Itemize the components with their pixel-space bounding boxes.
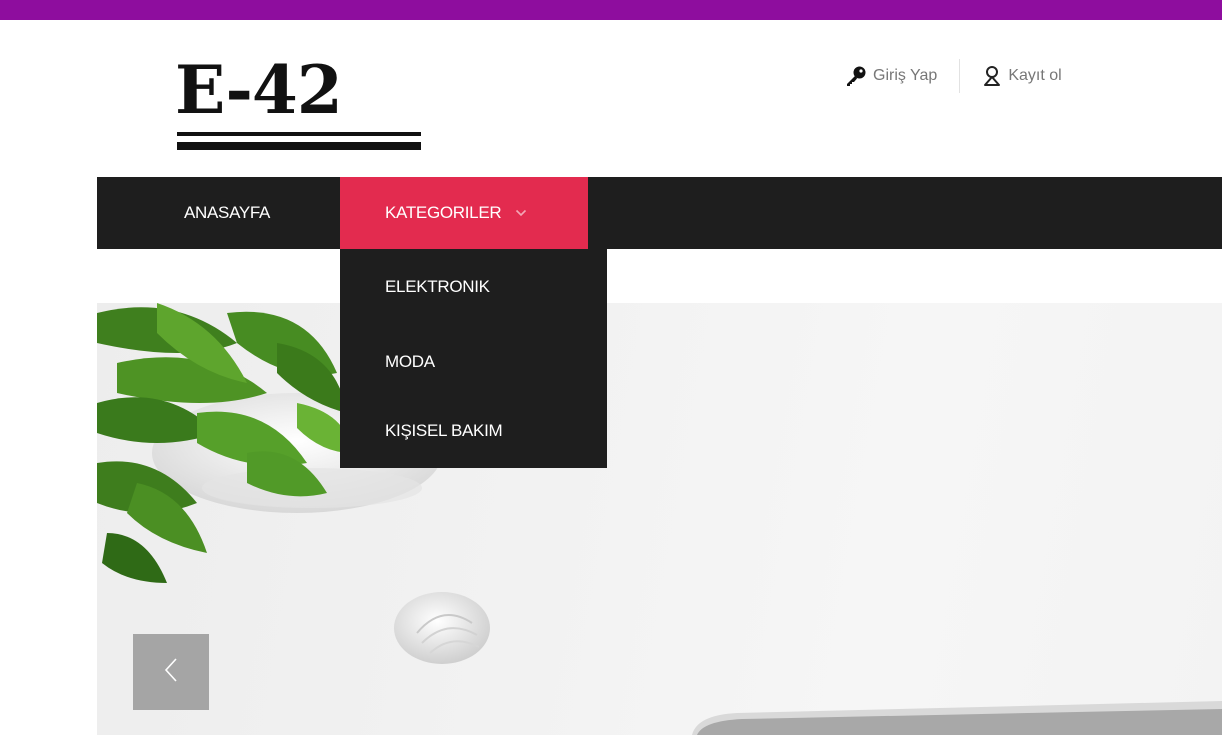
nav-categories-label: KATEGORILER [385, 203, 502, 222]
top-accent-bar [0, 0, 1222, 20]
login-label: Giriş Yap [873, 67, 938, 84]
site-logo[interactable]: E-42 [175, 50, 425, 154]
dropdown-item-fashion[interactable]: MODA [385, 342, 435, 382]
user-icon [982, 65, 1002, 87]
nav-item-categories[interactable]: KATEGORILER [340, 177, 588, 249]
chevron-left-icon [164, 657, 178, 688]
register-label: Kayıt ol [1008, 67, 1062, 84]
chevron-down-icon [515, 209, 527, 217]
hero-slide-image [97, 303, 1222, 735]
categories-dropdown: ELEKTRONIK MODA KIŞISEL BAKIM [340, 249, 607, 468]
dropdown-item-label: ELEKTRONIK [385, 277, 490, 296]
dropdown-item-label: MODA [385, 352, 435, 371]
dropdown-item-electronics[interactable]: ELEKTRONIK [385, 267, 490, 307]
dropdown-item-label: KIŞISEL BAKIM [385, 421, 503, 440]
account-links: Giriş Yap Kayıt ol [845, 58, 1062, 94]
logo-text: E-42 [175, 51, 343, 129]
nav-item-home[interactable]: ANASAYFA [184, 177, 270, 249]
nav-home-label: ANASAYFA [184, 203, 271, 222]
main-nav: ANASAYFA KATEGORILER [97, 177, 1222, 249]
login-link[interactable]: Giriş Yap [845, 65, 959, 87]
hero-slider [97, 303, 1222, 735]
key-icon [845, 65, 867, 87]
logo-underline [177, 132, 421, 136]
slider-prev-button[interactable] [133, 634, 209, 710]
logo-underline-thick [177, 142, 421, 150]
register-link[interactable]: Kayıt ol [960, 65, 1062, 87]
dropdown-item-personal-care[interactable]: KIŞISEL BAKIM [385, 411, 503, 451]
